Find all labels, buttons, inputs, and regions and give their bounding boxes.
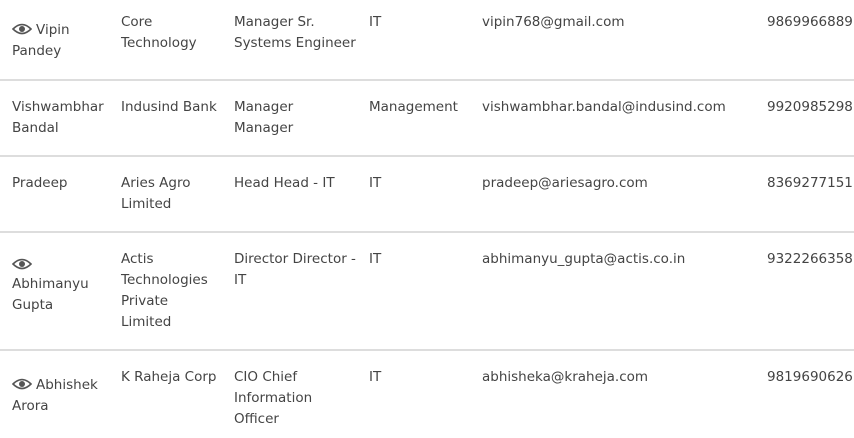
name-rest: Arora: [12, 398, 49, 414]
designation-cell: Manager Sr. Systems Engineer: [234, 14, 356, 51]
email-cell: abhimanyu_gupta@actis.co.in: [482, 251, 686, 267]
eye-icon[interactable]: [12, 257, 32, 271]
department-cell: IT: [369, 369, 382, 385]
designation-cell: Director Director - IT: [234, 251, 356, 288]
company-cell: K Raheja Corp: [121, 369, 217, 385]
name-text: Abhimanyu Gupta: [12, 276, 89, 313]
company-cell: Aries Agro Limited: [121, 175, 191, 212]
name-rest: Pandey: [12, 43, 62, 59]
phone-cell: 9920985298: [767, 99, 853, 115]
name-cell: Vipin Pandey: [12, 20, 108, 62]
designation-cell: Head Head - IT: [234, 175, 335, 191]
phone-cell: 8369277151: [767, 175, 853, 191]
name-cell: Abhishek Arora: [12, 375, 108, 417]
department-cell: IT: [369, 175, 382, 191]
table-row: Abhishek Arora K Raheja Corp CIO Chief I…: [0, 351, 854, 438]
name-cell: Vishwambhar Bandal: [12, 99, 104, 136]
table-row: Vishwambhar Bandal Indusind Bank Manager…: [0, 81, 854, 157]
email-cell: vishwambhar.bandal@indusind.com: [482, 99, 726, 115]
designation-cell: Manager Manager: [234, 99, 294, 136]
designation-cell: CIO Chief Information Officer: [234, 369, 313, 427]
phone-cell: 9322266358: [767, 251, 853, 267]
phone-cell: 9869966889: [767, 14, 853, 30]
company-cell: Indusind Bank: [121, 99, 217, 115]
table-row: Pradeep Aries Agro Limited Head Head - I…: [0, 157, 854, 233]
department-cell: Management: [369, 99, 458, 115]
name-first: Vipin: [36, 22, 70, 38]
name-cell: Abhimanyu Gupta: [12, 253, 108, 316]
table-row: Abhimanyu Gupta Actis Technologies Priva…: [0, 233, 854, 351]
table-row: Vipin Pandey Core Technology Manager Sr.…: [0, 0, 854, 81]
department-cell: IT: [369, 14, 382, 30]
eye-icon[interactable]: [12, 22, 32, 36]
department-cell: IT: [369, 251, 382, 267]
name-cell: Pradeep: [12, 175, 68, 191]
email-cell: pradeep@ariesagro.com: [482, 175, 648, 191]
company-cell: Actis Technologies Private Limited: [121, 251, 208, 330]
email-cell: abhisheka@kraheja.com: [482, 369, 649, 385]
company-cell: Core Technology: [121, 14, 197, 51]
phone-cell: 9819690626: [767, 369, 853, 385]
name-first: Abhishek: [36, 377, 98, 393]
eye-icon[interactable]: [12, 377, 32, 391]
email-cell: vipin768@gmail.com: [482, 14, 625, 30]
